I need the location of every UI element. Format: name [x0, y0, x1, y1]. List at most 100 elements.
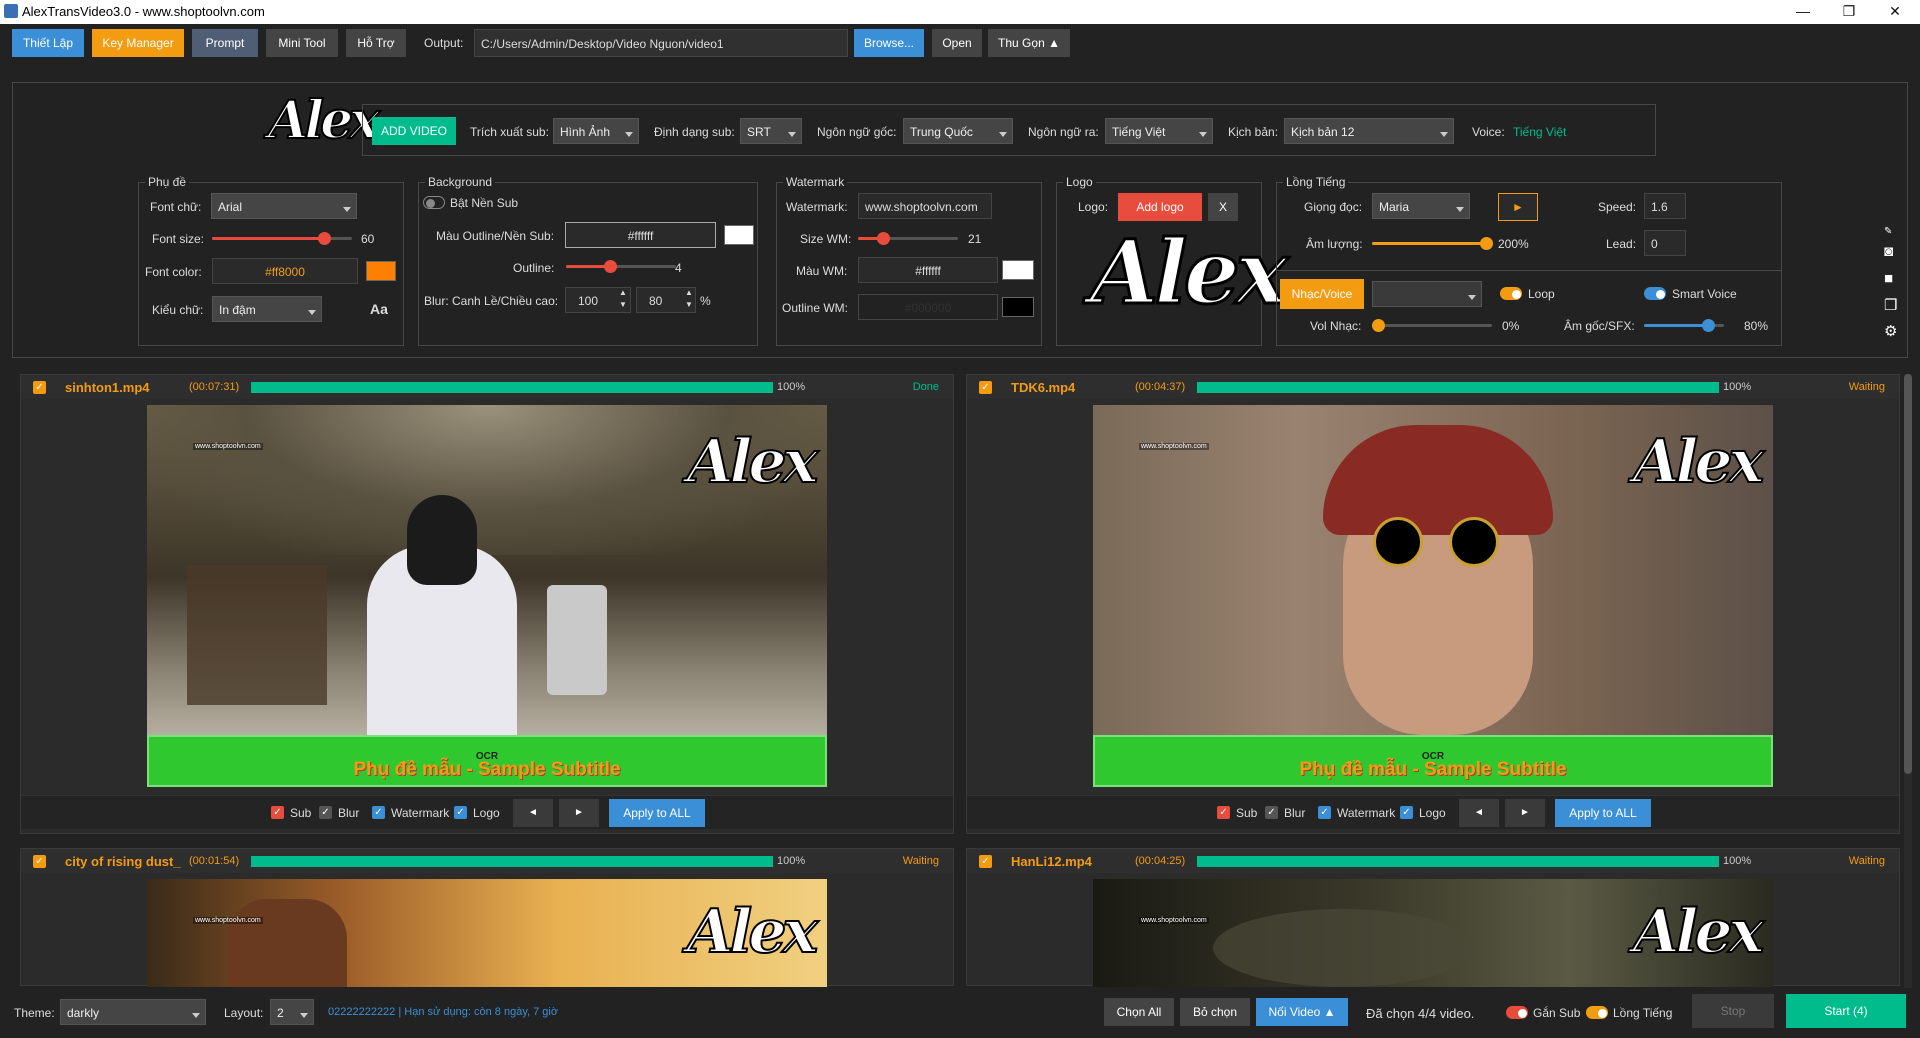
vol-nhac-slider-handle[interactable] — [1372, 319, 1385, 332]
output-path-input[interactable]: C:/Users/Admin/Desktop/Video Nguon/video… — [474, 29, 848, 57]
ho-tro-button[interactable]: Hỗ Trợ — [346, 29, 406, 57]
trich-xuat-select[interactable]: Hình Ảnh — [553, 118, 639, 144]
cards-scrollbar[interactable] — [1904, 374, 1912, 988]
kich-ban-select[interactable]: Kịch bản 12 — [1284, 118, 1454, 144]
blur-checkbox[interactable]: ✓ — [1265, 806, 1278, 819]
watermark-checkbox-label: Watermark — [1337, 806, 1396, 820]
blur-margin-spin-arrows[interactable]: ▲ ▼ — [619, 287, 627, 311]
sub-checkbox[interactable]: ✓ — [271, 806, 284, 819]
size-wm-slider[interactable] — [858, 232, 958, 245]
ngon-ngu-goc-select[interactable]: Trung Quốc — [903, 118, 1013, 144]
heater-image — [547, 585, 607, 695]
outline-slider-handle[interactable] — [604, 260, 617, 273]
next-frame-button[interactable]: ► — [1505, 799, 1545, 827]
shelf-image — [187, 565, 327, 705]
am-luong-slider[interactable] — [1372, 237, 1493, 250]
bat-nen-sub-toggle[interactable] — [423, 196, 445, 209]
font-color-input[interactable]: #ff8000 — [212, 258, 358, 284]
size-wm-slider-handle[interactable] — [877, 232, 890, 245]
speed-input[interactable]: 1.6 — [1644, 193, 1686, 219]
next-frame-button[interactable]: ► — [559, 799, 599, 827]
font-color-swatch[interactable] — [366, 261, 396, 281]
layout-select[interactable]: 2 — [270, 999, 314, 1025]
nhac-voice-button[interactable]: Nhạc/Voice — [1280, 279, 1364, 309]
outline-wm-input[interactable]: #000000 — [858, 294, 998, 320]
font-chu-select[interactable]: Arial — [211, 193, 357, 219]
minimize-button[interactable]: — — [1780, 0, 1826, 24]
font-size-slider[interactable] — [212, 232, 352, 245]
logo-checkbox[interactable]: ✓ — [454, 806, 467, 819]
am-goc-slider[interactable] — [1644, 319, 1724, 332]
gan-sub-toggle[interactable] — [1506, 1006, 1528, 1019]
font-size-label: Font size: — [152, 232, 205, 246]
add-logo-button[interactable]: Add logo — [1118, 193, 1202, 221]
prompt-button[interactable]: Prompt — [192, 29, 258, 57]
sub-checkbox[interactable]: ✓ — [1217, 806, 1230, 819]
video-icon[interactable]: ■ — [1884, 270, 1893, 287]
prev-frame-button[interactable]: ◄ — [513, 799, 553, 827]
font-size-slider-handle[interactable] — [318, 232, 331, 245]
vol-nhac-slider[interactable] — [1372, 319, 1492, 332]
add-video-button[interactable]: ADD VIDEO — [372, 117, 456, 145]
video-select-checkbox[interactable]: ✓ — [33, 855, 46, 868]
am-goc-slider-handle[interactable] — [1702, 319, 1715, 332]
mau-outline-input[interactable]: #ffffff — [565, 222, 716, 248]
chon-all-button[interactable]: Chọn All — [1104, 998, 1174, 1026]
dinh-dang-select[interactable]: SRT — [740, 118, 802, 144]
watermark-checkbox[interactable]: ✓ — [1318, 806, 1331, 819]
video-status: Waiting — [1848, 381, 1885, 393]
am-luong-slider-handle[interactable] — [1480, 237, 1493, 250]
loop-toggle[interactable] — [1500, 287, 1522, 300]
giong-doc-label: Giọng đọc: — [1304, 200, 1363, 214]
smart-voice-toggle[interactable] — [1644, 287, 1666, 300]
gear-icon[interactable]: ⚙ — [1884, 322, 1897, 340]
blur-height-spin-arrows[interactable]: ▲ ▼ — [685, 287, 693, 311]
start-button[interactable]: Start (4) — [1786, 994, 1906, 1028]
lead-input[interactable]: 0 — [1644, 230, 1686, 256]
prev-frame-button[interactable]: ◄ — [1459, 799, 1499, 827]
mau-outline-swatch[interactable] — [724, 225, 754, 245]
stop-button[interactable]: Stop — [1692, 994, 1774, 1028]
watermark-checkbox[interactable]: ✓ — [372, 806, 385, 819]
apply-to-all-button[interactable]: Apply to ALL — [609, 799, 705, 827]
cards-scrollbar-thumb[interactable] — [1904, 374, 1912, 774]
nhac-voice-select[interactable] — [1372, 281, 1482, 307]
outline-slider[interactable] — [566, 260, 676, 273]
mau-wm-swatch[interactable] — [1002, 260, 1034, 280]
open-button[interactable]: Open — [932, 29, 982, 57]
headdress-image — [1323, 425, 1553, 535]
subtitle-preview-bar: OCR Phụ đề mẫu - Sample Subtitle — [147, 735, 827, 787]
mini-tool-button[interactable]: Mini Tool — [266, 29, 338, 57]
maximize-button[interactable]: ❐ — [1826, 0, 1872, 24]
close-button[interactable]: ✕ — [1872, 0, 1918, 24]
theme-select[interactable]: darkly — [60, 999, 206, 1025]
browse-button[interactable]: Browse... — [854, 29, 924, 57]
thiet-lap-button[interactable]: Thiết Lập — [12, 29, 84, 57]
video-card-header: ✓ sinhton1.mp4 (00:07:31) 100% Done — [21, 375, 953, 399]
apply-to-all-button[interactable]: Apply to ALL — [1555, 799, 1651, 827]
edit-icon[interactable]: ✎ — [1884, 226, 1892, 237]
remove-logo-button[interactable]: X — [1208, 193, 1238, 221]
ngon-ngu-ra-select[interactable]: Tiếng Việt — [1105, 118, 1213, 144]
noi-video-button[interactable]: Nối Video ▲ — [1256, 998, 1348, 1026]
video-logo: Alex — [686, 426, 819, 498]
blur-checkbox[interactable]: ✓ — [319, 806, 332, 819]
copy-icon[interactable]: ❐ — [1884, 296, 1897, 314]
outline-wm-swatch[interactable] — [1002, 297, 1034, 317]
video-logo: Alex — [686, 896, 819, 968]
lead-label: Lead: — [1606, 237, 1637, 251]
giong-doc-select[interactable]: Maria — [1372, 193, 1470, 219]
video-select-checkbox[interactable]: ✓ — [979, 855, 992, 868]
kieu-chu-select[interactable]: In đậm — [212, 296, 322, 322]
mau-wm-input[interactable]: #ffffff — [858, 257, 998, 283]
bo-chon-button[interactable]: Bỏ chọn — [1180, 998, 1250, 1026]
play-voice-button[interactable]: ► — [1498, 193, 1538, 221]
wm-text-input[interactable]: www.shoptoolvn.com — [858, 193, 992, 219]
camera-icon[interactable]: ◙ — [1884, 243, 1893, 260]
logo-checkbox[interactable]: ✓ — [1400, 806, 1413, 819]
long-tieng-toggle[interactable] — [1586, 1006, 1608, 1019]
video-select-checkbox[interactable]: ✓ — [979, 381, 992, 394]
key-manager-button[interactable]: Key Manager — [92, 29, 184, 57]
video-select-checkbox[interactable]: ✓ — [33, 381, 46, 394]
thu-gon-button[interactable]: Thu Gọn ▲ — [988, 29, 1070, 57]
